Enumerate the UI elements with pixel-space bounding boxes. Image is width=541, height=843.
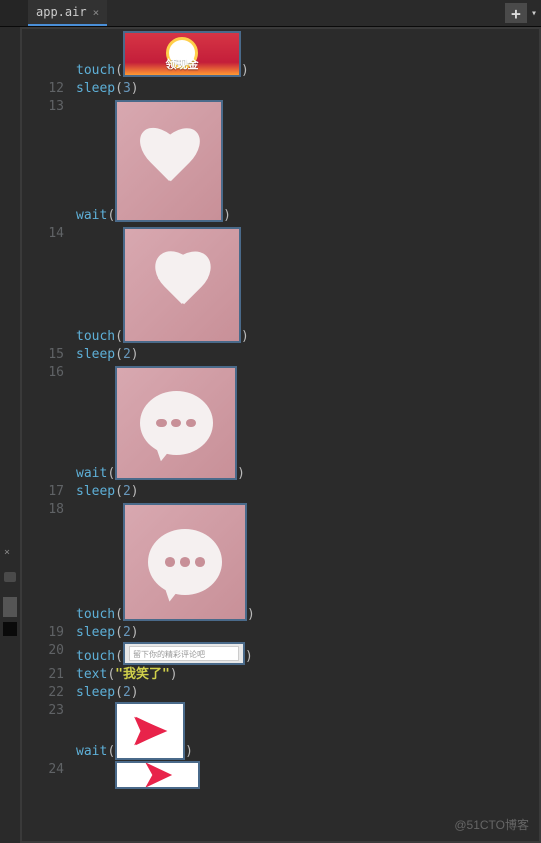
string-literal: "我笑了" xyxy=(115,666,170,683)
template-image-cash[interactable]: 领现金 xyxy=(123,31,241,77)
function-name: touch xyxy=(76,648,115,665)
file-tab[interactable]: app.air × xyxy=(28,0,107,26)
number-literal: 3 xyxy=(123,80,131,97)
heart-icon xyxy=(137,128,201,194)
function-name: wait xyxy=(76,465,107,482)
cash-label: 领现金 xyxy=(165,56,198,73)
function-name: wait xyxy=(76,743,107,760)
line-number: 16 xyxy=(22,364,76,381)
line-number: 15 xyxy=(22,346,76,363)
function-name: sleep xyxy=(76,80,115,97)
line-number: 17 xyxy=(22,483,76,500)
top-left-spacer xyxy=(0,0,28,26)
speech-bubble-icon xyxy=(148,529,222,595)
template-image-send[interactable] xyxy=(115,702,185,760)
line-number: 24 xyxy=(22,761,76,778)
comment-input-placeholder: 留下你的精彩评论吧 xyxy=(129,646,239,661)
function-name: text xyxy=(76,666,107,683)
function-name: sleep xyxy=(76,483,115,500)
template-image-heart[interactable] xyxy=(115,100,223,222)
line-number: 12 xyxy=(22,80,76,97)
add-tab-button[interactable]: + xyxy=(505,3,527,23)
code-editor[interactable]: touch( 领现金 ) 12 sleep(3) 13 wait( xyxy=(20,27,541,843)
function-name: sleep xyxy=(76,684,115,701)
line-number: 14 xyxy=(22,225,76,242)
template-image-bubble-large[interactable] xyxy=(123,503,247,621)
heart-icon xyxy=(147,254,218,317)
template-image-heart-large[interactable] xyxy=(123,227,241,343)
function-name: sleep xyxy=(76,346,115,363)
paper-plane-icon xyxy=(131,712,169,750)
speech-bubble-icon xyxy=(140,391,213,455)
line-number: 18 xyxy=(22,501,76,518)
side-panel: × xyxy=(0,27,20,843)
number-literal: 2 xyxy=(123,346,131,363)
paren-open: ( xyxy=(115,62,123,79)
template-image-send-2[interactable] xyxy=(115,761,200,789)
tab-label: app.air xyxy=(36,5,87,19)
function-name: touch xyxy=(76,606,115,623)
function-name: touch xyxy=(76,62,115,79)
top-bar: app.air × + ▾ xyxy=(0,0,541,27)
paper-plane-icon xyxy=(141,761,175,789)
number-literal: 2 xyxy=(123,483,131,500)
top-right-controls: + ▾ xyxy=(505,0,541,26)
line-number: 13 xyxy=(22,98,76,115)
line-number: 21 xyxy=(22,666,76,683)
number-literal: 2 xyxy=(123,624,131,641)
template-image-bubble[interactable] xyxy=(115,366,237,480)
side-minimap-2[interactable] xyxy=(3,622,17,636)
function-name: touch xyxy=(76,328,115,345)
function-name: wait xyxy=(76,207,107,224)
watermark: @51CTO博客 xyxy=(454,816,529,833)
main-area: × touch( 领现金 ) 12 sleep(3) xyxy=(0,27,541,843)
line-number: 22 xyxy=(22,684,76,701)
close-icon[interactable]: × xyxy=(93,6,100,19)
side-minimap[interactable] xyxy=(3,597,17,617)
side-link-icon[interactable] xyxy=(4,572,16,582)
line-number: 20 xyxy=(22,642,76,659)
chevron-down-icon[interactable]: ▾ xyxy=(531,8,537,19)
template-image-input[interactable]: 留下你的精彩评论吧 xyxy=(123,642,245,665)
line-number: 19 xyxy=(22,624,76,641)
line-number: 23 xyxy=(22,702,76,719)
close-panel-icon[interactable]: × xyxy=(4,547,10,558)
function-name: sleep xyxy=(76,624,115,641)
paren-close: ) xyxy=(241,62,249,79)
number-literal: 2 xyxy=(123,684,131,701)
